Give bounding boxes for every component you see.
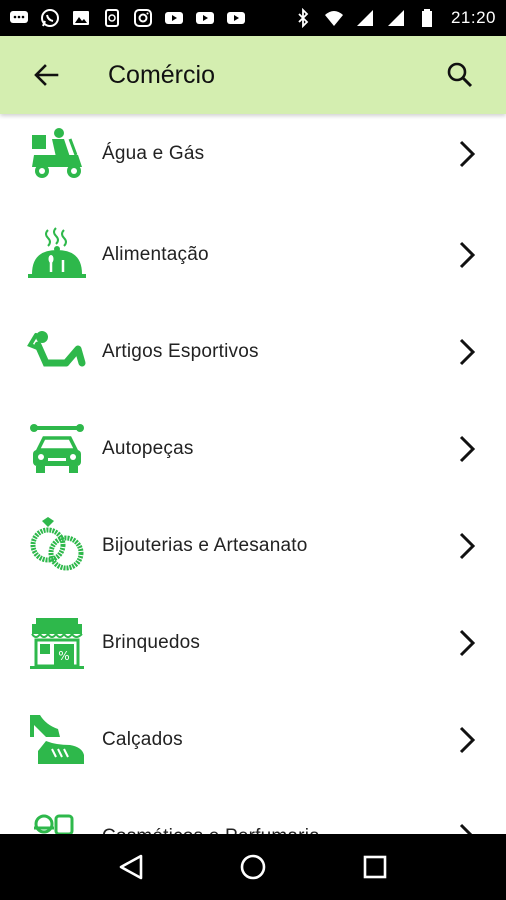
list-item[interactable]: Alimentação bbox=[0, 206, 506, 303]
nav-back-button[interactable] bbox=[106, 842, 156, 892]
shoes-icon bbox=[24, 709, 90, 771]
recents-square-icon bbox=[363, 855, 387, 879]
chevron-right-icon bbox=[452, 720, 482, 760]
search-icon bbox=[447, 62, 473, 88]
cosmetics-icon bbox=[24, 806, 90, 834]
sync-icon bbox=[101, 7, 123, 29]
chevron-right-icon bbox=[452, 235, 482, 275]
signal-icon bbox=[385, 7, 407, 29]
list-item-label: Cosméticos e Perfumaria bbox=[102, 826, 320, 835]
list-item[interactable]: % Brinquedos bbox=[0, 594, 506, 691]
list-item-label: Bijouterias e Artesanato bbox=[102, 534, 308, 556]
signal-icon bbox=[354, 7, 376, 29]
notification-icons bbox=[8, 7, 247, 29]
system-icons: 21:20 bbox=[292, 7, 496, 29]
battery-icon bbox=[416, 7, 438, 29]
chat-icon bbox=[8, 7, 30, 29]
chevron-right-icon bbox=[452, 429, 482, 469]
page-title: Comércio bbox=[108, 60, 215, 89]
list-item[interactable]: Bijouterias e Artesanato bbox=[0, 497, 506, 594]
list-item-label: Água e Gás bbox=[102, 142, 205, 164]
toy-store-icon: % bbox=[24, 612, 90, 674]
list-item-label: Artigos Esportivos bbox=[102, 340, 259, 362]
nav-recents-button[interactable] bbox=[350, 842, 400, 892]
list-item[interactable]: Artigos Esportivos bbox=[0, 303, 506, 400]
home-circle-icon bbox=[240, 854, 266, 880]
back-button[interactable] bbox=[24, 53, 68, 97]
chevron-right-icon bbox=[452, 623, 482, 663]
list-item-label: Autopeças bbox=[102, 437, 194, 459]
youtube-icon bbox=[225, 7, 247, 29]
chevron-right-icon bbox=[452, 817, 482, 834]
svg-text:%: % bbox=[58, 649, 69, 663]
list-item-label: Brinquedos bbox=[102, 631, 201, 653]
list-item-label: Calçados bbox=[102, 728, 183, 750]
delivery-scooter-icon bbox=[24, 123, 90, 185]
bluetooth-icon bbox=[292, 7, 314, 29]
chevron-right-icon bbox=[452, 332, 482, 372]
nav-home-button[interactable] bbox=[228, 842, 278, 892]
list-item[interactable]: Cosméticos e Perfumaria bbox=[0, 788, 506, 834]
wifi-icon bbox=[323, 7, 345, 29]
list-item[interactable]: Calçados bbox=[0, 691, 506, 788]
image-icon bbox=[70, 7, 92, 29]
car-wrench-icon bbox=[24, 418, 90, 480]
app-bar: Comércio bbox=[0, 36, 506, 114]
status-bar: 21:20 bbox=[0, 0, 506, 36]
arrow-left-icon bbox=[34, 64, 59, 86]
youtube-icon bbox=[163, 7, 185, 29]
instagram-icon bbox=[132, 7, 154, 29]
food-cloche-icon bbox=[24, 224, 90, 286]
clock: 21:20 bbox=[450, 8, 496, 27]
list-item[interactable]: Autopeças bbox=[0, 400, 506, 497]
whatsapp-icon bbox=[39, 7, 61, 29]
list-item-label: Alimentação bbox=[102, 243, 209, 265]
youtube-icon bbox=[194, 7, 216, 29]
rings-icon bbox=[24, 515, 90, 577]
navigation-bar bbox=[0, 834, 506, 900]
situp-exercise-icon bbox=[24, 321, 90, 383]
back-triangle-icon bbox=[119, 854, 143, 880]
chevron-right-icon bbox=[452, 134, 482, 174]
chevron-right-icon bbox=[452, 526, 482, 566]
category-list[interactable]: Água e Gás Alimentação Artigos Esportivo… bbox=[0, 114, 506, 834]
search-button[interactable] bbox=[438, 53, 482, 97]
list-item[interactable]: Água e Gás bbox=[0, 114, 506, 202]
